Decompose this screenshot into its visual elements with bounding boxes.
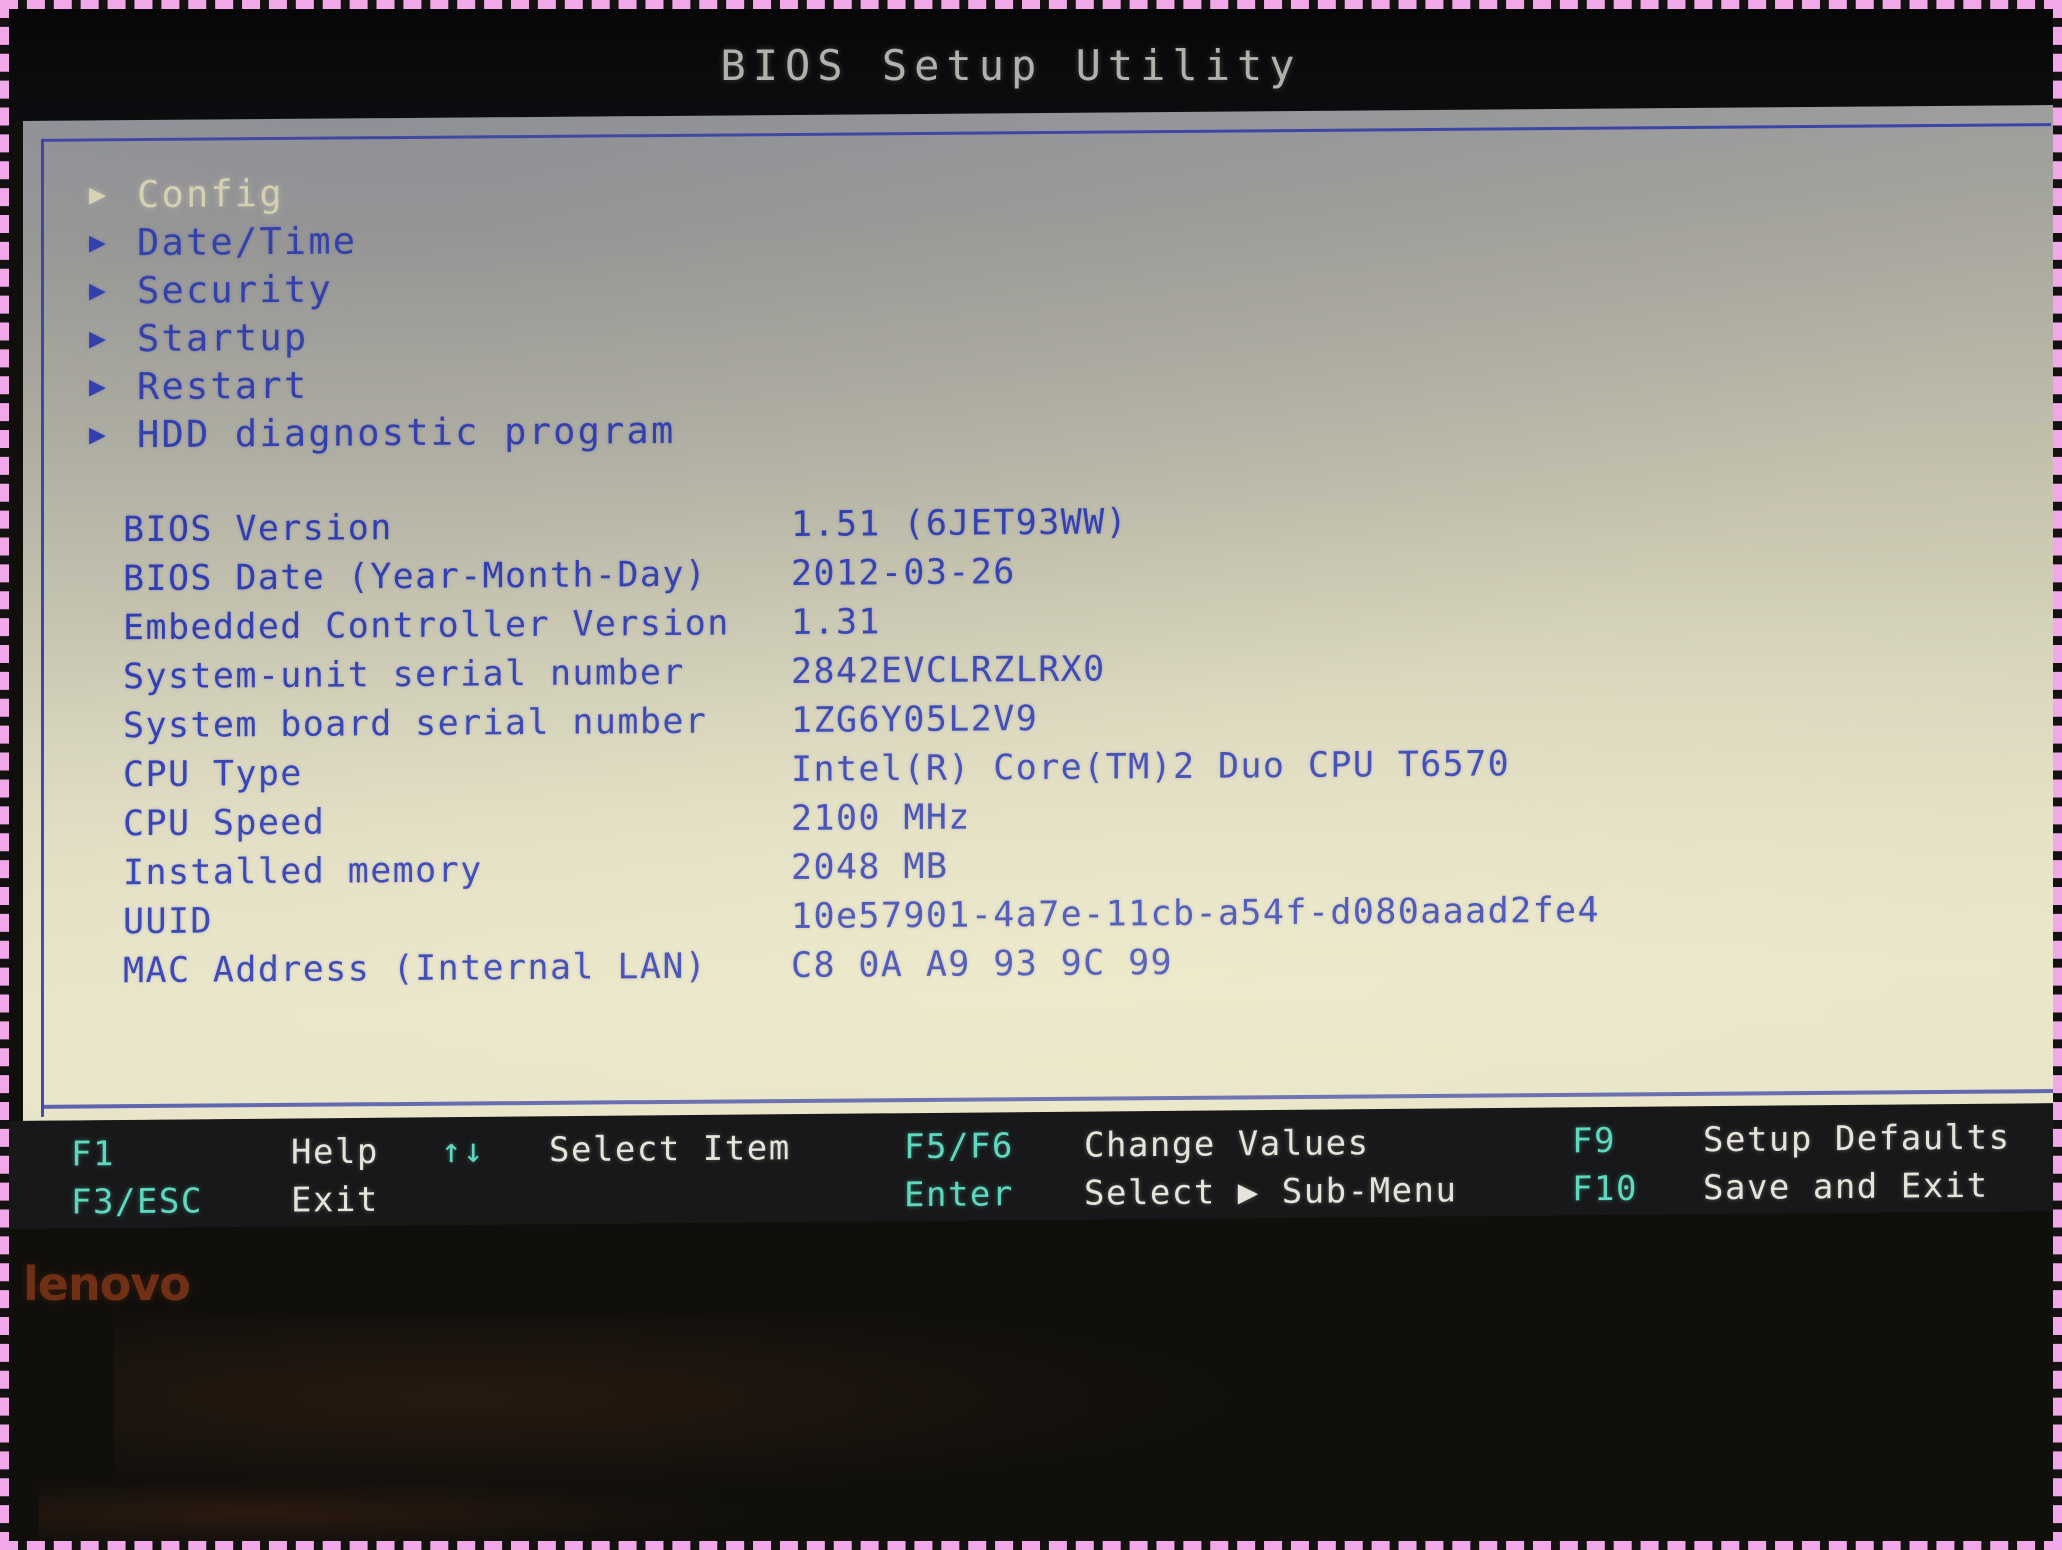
bezel-reflection: [114, 1314, 1254, 1499]
menu-item-label: Startup: [137, 315, 309, 360]
info-value: 1ZG6Y05L2V9: [791, 699, 1039, 741]
bios-screen: ▶ Config ▶ Date/Time ▶ Security ▶ Startu…: [23, 105, 2053, 1122]
info-value: 2048 MB: [791, 846, 949, 888]
info-label: BIOS Date (Year-Month-Day): [123, 554, 708, 600]
info-label: CPU Speed: [123, 802, 326, 845]
updown-arrows-icon[interactable]: ↑↓: [441, 1131, 485, 1171]
page-title: BIOS Setup Utility: [720, 40, 1302, 90]
info-value: 1.31: [791, 602, 881, 643]
main-menu: ▶ Config ▶ Date/Time ▶ Security ▶ Startu…: [89, 163, 989, 458]
fn-desc-setup-defaults: Setup Defaults: [1703, 1117, 2011, 1161]
info-label: System board serial number: [123, 701, 708, 747]
menu-item-security[interactable]: ▶ Security: [89, 259, 989, 314]
info-label: UUID: [123, 901, 213, 943]
menu-item-config[interactable]: ▶ Config: [89, 163, 989, 218]
fn-desc-exit: Exit: [291, 1179, 379, 1221]
fn-desc-select-sub-menu: Select ▶ Sub-Menu: [1084, 1170, 1458, 1214]
menu-item-label: Config: [137, 171, 284, 216]
info-value: 1.51 (6JET93WW): [791, 502, 1129, 545]
info-label: BIOS Version: [123, 508, 393, 551]
menu-item-hdd-diagnostic-program[interactable]: ▶ HDD diagnostic program: [89, 403, 989, 458]
fn-key-f10[interactable]: F10: [1572, 1169, 1638, 1210]
fn-key-f5-f6[interactable]: F5/F6: [904, 1126, 1014, 1167]
menu-item-label: Restart: [137, 363, 309, 408]
submenu-arrow-icon: ▶: [89, 225, 109, 259]
submenu-arrow-icon: ▶: [89, 177, 109, 211]
menu-item-startup[interactable]: ▶ Startup: [89, 307, 989, 362]
fn-desc-change-values: Change Values: [1084, 1123, 1370, 1166]
fn-key-f3-esc[interactable]: F3/ESC: [71, 1181, 203, 1222]
fn-desc-select-item: Select Item: [549, 1128, 791, 1171]
info-value: 2842EVCLRZLRX0: [791, 649, 1106, 692]
title-bar: BIOS Setup Utility: [9, 9, 2053, 121]
info-value: 10e57901-4a7e-11cb-a54f-d080aaad2fe4: [791, 890, 1600, 937]
fn-desc-help: Help: [291, 1131, 379, 1173]
menu-item-label: Date/Time: [137, 218, 358, 264]
system-information-table: BIOS Version 1.51 (6JET93WW) BIOS Date (…: [123, 495, 2037, 1000]
info-value: 2100 MHz: [791, 797, 971, 839]
info-label: System-unit serial number: [123, 652, 685, 698]
info-value: C8 0A A9 93 9C 99: [791, 942, 1174, 986]
submenu-arrow-icon: ▶: [89, 417, 109, 451]
function-key-bar: F1 Help ↑↓ Select Item F5/F6 Change Valu…: [9, 1103, 2053, 1229]
info-label: CPU Type: [123, 753, 303, 796]
info-value: Intel(R) Core(TM)2 Duo CPU T6570: [791, 744, 1511, 790]
laptop-bezel: BIOS Setup Utility ▶ Config ▶ Date/Time …: [9, 9, 2053, 1541]
submenu-arrow-icon: ▶: [89, 321, 109, 355]
bezel-reflection: [39, 1479, 759, 1541]
photo-frame: BIOS Setup Utility ▶ Config ▶ Date/Time …: [0, 0, 2062, 1550]
menu-item-label: HDD diagnostic program: [137, 408, 676, 456]
submenu-arrow-icon: ▶: [89, 273, 109, 307]
fn-desc-save-and-exit: Save and Exit: [1703, 1165, 1989, 1209]
menu-item-restart[interactable]: ▶ Restart: [89, 355, 989, 410]
info-label: MAC Address (Internal LAN): [123, 946, 708, 992]
info-label: Embedded Controller Version: [123, 603, 730, 649]
fn-key-f9[interactable]: F9: [1572, 1121, 1616, 1161]
menu-item-date-time[interactable]: ▶ Date/Time: [89, 211, 989, 266]
fn-key-enter[interactable]: Enter: [904, 1174, 1014, 1215]
info-value: 2012-03-26: [791, 552, 1016, 594]
fn-key-f1[interactable]: F1: [71, 1134, 115, 1174]
submenu-arrow-icon: ▶: [89, 369, 109, 403]
menu-item-label: Security: [137, 267, 333, 312]
info-label: Installed memory: [123, 850, 483, 894]
brand-logo: lenovo: [23, 1257, 191, 1311]
